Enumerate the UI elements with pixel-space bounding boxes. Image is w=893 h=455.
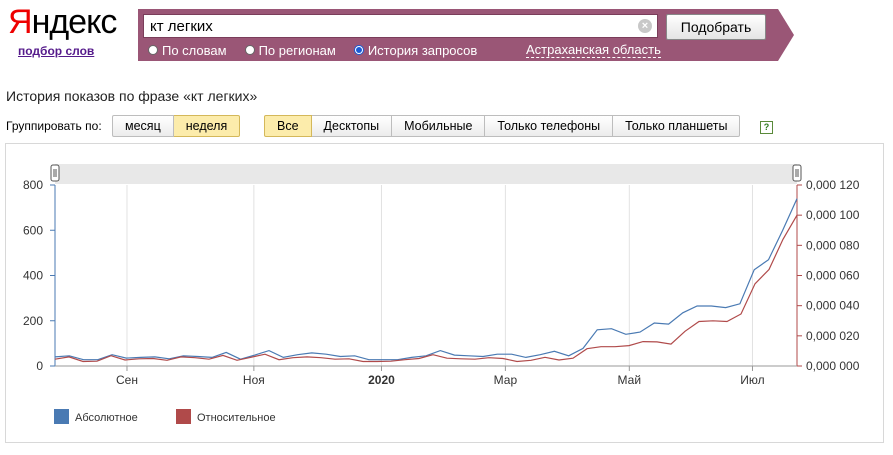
legend-label-absolute[interactable]: Абсолютное [75,412,138,424]
y-left-tick-label: 800 [23,178,43,192]
y-right-tick-label: 0,000 080 [806,238,860,252]
x-tick-label: Сен [116,373,138,387]
wordstat-link[interactable]: подбор слов [18,44,108,58]
yandex-logo[interactable]: Яндекс подбор слов [8,2,117,58]
mode-radio-history[interactable]: История запросов [353,42,478,58]
y-right-tick-label: 0,000 020 [806,329,860,343]
logo-first-letter: Я [8,3,33,41]
device-all-button[interactable]: Все [264,115,312,137]
radio-icon [148,45,158,55]
y-left-tick-label: 200 [23,314,43,328]
mode-radio-group: По словам По регионам История запросов [148,42,495,58]
radio-label: По словам [162,42,227,58]
legend-label-relative[interactable]: Относительное [197,412,276,424]
legend-swatch-absolute[interactable] [54,409,69,424]
device-toggle: Все Десктопы Мобильные Только телефоны Т… [264,115,741,137]
chart-container: Сен Ноя 2020 Мар Май Июл 0 200 400 600 800 0,000 00… [5,143,884,443]
x-tick-label: Ноя [243,373,265,387]
series-line-relative [54,214,798,363]
y-left-tick-label: 0 [36,359,43,373]
y-right-tick-label: 0,000 060 [806,269,860,283]
radio-icon [244,45,255,55]
grouping-toggle: месяц неделя [112,115,241,137]
radio-selected-icon [353,45,364,55]
x-tick-label: 2020 [368,373,395,387]
search-box: × [143,14,658,38]
history-chart: Сен Ноя 2020 Мар Май Июл 0 200 400 600 800 0,000 00… [23,164,860,424]
range-handle-left-icon[interactable] [50,164,60,182]
series-line-absolute [54,198,798,361]
y-right-tick-label: 0,000 000 [806,359,860,373]
range-handle-right-icon[interactable] [792,164,802,182]
radio-label: История запросов [367,42,478,58]
y-right-tick-label: 0,000 040 [806,299,860,313]
search-input[interactable] [150,15,630,37]
y-left-tick-label: 400 [23,269,43,283]
mode-radio-regions[interactable]: По регионам [244,42,336,58]
range-navigator[interactable] [55,164,797,184]
help-icon[interactable]: ? [760,121,773,134]
mode-radio-words[interactable]: По словам [148,43,227,58]
clear-icon[interactable]: × [638,19,652,33]
device-tablets-button[interactable]: Только планшеты [613,115,741,137]
region-selector[interactable]: Астраханская область [526,42,661,58]
device-mobile-button[interactable]: Мобильные [392,115,486,137]
device-phones-button[interactable]: Только телефоны [485,115,614,137]
y-right-tick-label: 0,000 100 [806,208,860,222]
x-tick-label: Май [618,373,642,387]
y-left-tick-label: 600 [23,223,43,237]
logo-wordmark: Яндекс [8,2,117,42]
group-label: Группировать по: [6,119,102,133]
legend-swatch-relative[interactable] [176,409,191,424]
radio-label: По регионам [258,42,336,58]
search-band-arrow [778,9,794,61]
x-tick-label: Июл [740,373,764,387]
logo-rest: ндекс [31,3,118,41]
group-week-button[interactable]: неделя [173,115,241,137]
y-right-tick-label: 0,000 120 [806,178,860,192]
group-month-button[interactable]: месяц [112,115,174,137]
submit-button[interactable]: Подобрать [666,14,766,40]
x-tick-label: Мар [494,373,518,387]
page-title: История показов по фразе «кт легких» [6,88,258,104]
device-desktop-button[interactable]: Десктопы [311,115,393,137]
